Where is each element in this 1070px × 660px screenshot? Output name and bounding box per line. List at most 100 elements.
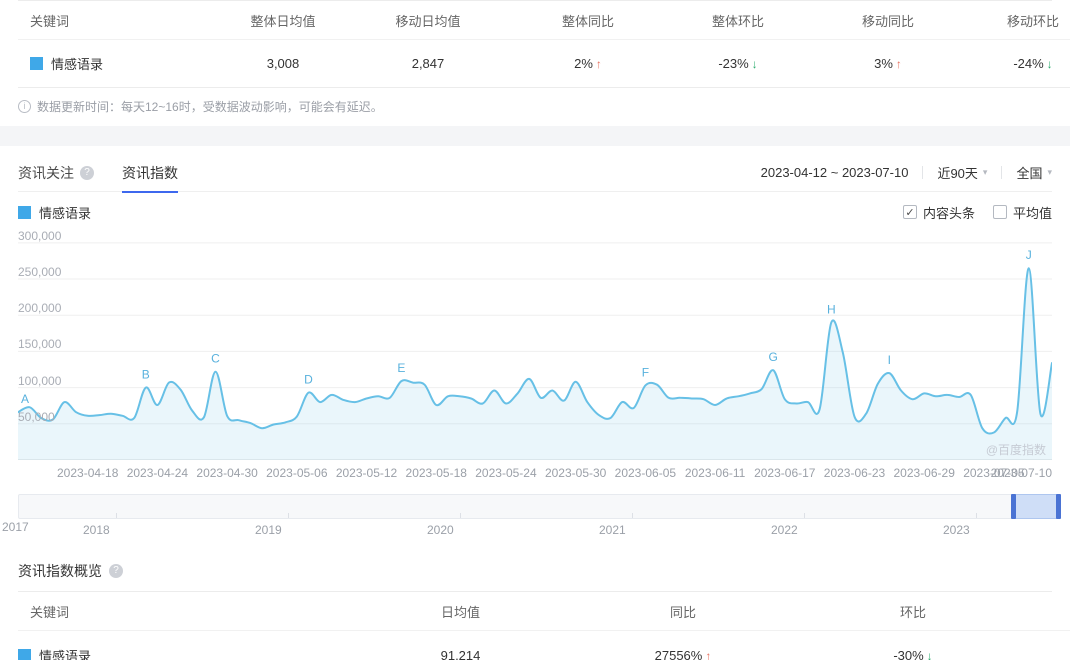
- peak-marker-E[interactable]: E: [397, 361, 405, 375]
- keyword-legend-cell[interactable]: 情感语录: [18, 646, 348, 660]
- peak-marker-F[interactable]: F: [642, 365, 649, 379]
- summary-header-6: 移动环比: [978, 1, 1070, 40]
- divider: [1001, 166, 1003, 179]
- table-row: 情感语录 3,008 2,847 2% ↑ -23% ↓ 3% ↑ -24% ↓: [18, 39, 1070, 88]
- chart-tabbar: 资讯关注 ? 资讯指数 2023-04-12 ~ 2023-07-10 近90天…: [18, 154, 1052, 193]
- range-handle-right[interactable]: [1056, 494, 1061, 519]
- mom-value: -30% ↓: [793, 631, 1070, 660]
- period-value: 近90天: [937, 166, 978, 181]
- table-row: 情感语录 91,214 27556% ↑ -30% ↓: [18, 631, 1070, 660]
- toggle-label: 内容头条: [922, 205, 975, 221]
- tab-label: 资讯指数: [122, 164, 178, 181]
- average-toggle[interactable]: 平均值: [992, 203, 1052, 222]
- x-axis-tick-label: 2023-06-05: [614, 466, 677, 480]
- timeline-year-2018: 2018: [83, 523, 110, 537]
- x-axis-tick-label: 2023-04-24: [126, 466, 189, 480]
- region-dropdown[interactable]: 全国 ▾: [1016, 163, 1052, 182]
- summary-header-5: 移动同比: [798, 1, 978, 40]
- range-handle-left[interactable]: [1011, 494, 1016, 519]
- keyword-color-swatch: [18, 649, 31, 660]
- mobile-daily-value: 2,847: [358, 39, 498, 88]
- chevron-down-icon: ▾: [1047, 167, 1052, 177]
- summary-table-header-row: 关键词 整体日均值 移动日均值 整体同比 整体环比 移动同比 移动环比: [18, 1, 1070, 40]
- section-divider-band: [0, 126, 1070, 146]
- info-icon: i: [18, 99, 31, 113]
- timeline-tick: [288, 513, 289, 518]
- timeline-year-labels: 2017 2018 2019 2020 2021 2022 2023: [0, 520, 1070, 541]
- news-index-trend-chart[interactable]: ABCDEFGHIJ @百度指数 50,000 100,000 150,000 200…: [18, 229, 1052, 460]
- x-axis-tick-label: 2023-05-30: [544, 466, 607, 480]
- keyword-legend-cell[interactable]: 情感语录: [30, 54, 208, 73]
- overview-section-title: 资讯指数概览 ?: [18, 561, 1052, 581]
- chart-x-axis: 2023-04-18 2023-04-24 2023-04-30 2023-05-06…: [18, 466, 1052, 481]
- keyword-summary-table: 关键词 整体日均值 移动日均值 整体同比 整体环比 移动同比 移动环比 情感语录 3,008…: [18, 0, 1070, 88]
- peak-marker-B[interactable]: B: [142, 368, 150, 382]
- timeline-tick: [632, 513, 633, 518]
- x-axis-tick-label: 2023-04-30: [196, 466, 258, 480]
- timeline-tick: [460, 513, 461, 518]
- trend-line-svg: A B C D E F G H I J: [18, 242, 1052, 460]
- trend-arrow-icon: ↓: [926, 649, 933, 660]
- overview-table-header-row: 关键词 日均值 同比 环比: [18, 592, 1070, 631]
- daily-avg-value: 91,214: [440, 648, 481, 660]
- timeline-year-2022: 2022: [771, 523, 798, 537]
- date-range-value[interactable]: 2023-04-12 ~ 2023-07-10: [761, 165, 909, 180]
- peak-marker-C[interactable]: C: [211, 352, 220, 366]
- data-update-notice: i 数据更新时间：每天12~16时，受数据波动影响，可能会有延迟。: [18, 98, 1052, 114]
- timeline-year-2023: 2023: [943, 523, 970, 537]
- x-axis-tick-label: 2023-06-29: [893, 466, 955, 480]
- mobile-mom-value: -24% ↓: [978, 39, 1070, 88]
- timeline-selected-range[interactable]: [1011, 494, 1061, 519]
- region-value: 全国: [1016, 166, 1043, 181]
- baidu-index-page: 关键词 整体日均值 移动日均值 整体同比 整体环比 移动同比 移动环比 情感语录 3,008…: [0, 0, 1070, 660]
- keyword-label: 情感语录: [39, 649, 92, 660]
- summary-header-4: 整体环比: [678, 1, 798, 40]
- help-icon[interactable]: ?: [80, 165, 94, 180]
- summary-header-1: 整体日均值: [208, 1, 358, 40]
- x-axis-tick-label: 2023-07-10: [990, 466, 1052, 480]
- help-icon[interactable]: ?: [109, 564, 123, 578]
- overall-mom-value: -23% ↓: [678, 39, 798, 88]
- keyword-label: 情感语录: [51, 57, 104, 72]
- tab-news-index[interactable]: 资讯指数: [122, 154, 178, 193]
- x-axis-tick-label: 2023-06-11: [684, 466, 746, 480]
- peak-marker-I[interactable]: I: [888, 353, 891, 367]
- x-axis-tick-label: 2023-05-24: [475, 466, 537, 480]
- peak-marker-D[interactable]: D: [304, 373, 313, 387]
- overview-header-1: 日均值: [348, 592, 573, 631]
- tab-news-attention[interactable]: 资讯关注 ?: [18, 154, 94, 192]
- checkbox-unchecked-icon[interactable]: [992, 205, 1007, 219]
- peak-marker-J[interactable]: J: [1026, 248, 1032, 262]
- timeline-year-2019: 2019: [255, 523, 282, 537]
- timeline-tick: [804, 513, 805, 518]
- x-axis-tick-label: 2023-05-06: [266, 466, 328, 480]
- notice-text: 数据更新时间：每天12~16时，受数据波动影响，可能会有延迟。: [37, 99, 383, 114]
- overview-table: 关键词 日均值 同比 环比 情感语录 91,214 27556% ↑ -30% ↓: [18, 591, 1070, 660]
- summary-header-3: 整体同比: [498, 1, 678, 40]
- peak-marker-A[interactable]: A: [21, 392, 29, 406]
- timeline-year-2020: 2020: [427, 523, 454, 537]
- toggle-label: 平均值: [1012, 205, 1052, 221]
- trend-arrow-icon: ↓: [1046, 57, 1053, 71]
- x-axis-tick-label: 2023-05-12: [335, 466, 398, 480]
- x-axis-tick-label: 2023-05-18: [405, 466, 467, 480]
- chevron-down-icon: ▾: [982, 167, 988, 177]
- timeline-tick: [116, 513, 117, 518]
- peak-marker-H[interactable]: H: [827, 303, 836, 317]
- content-toutiao-toggle[interactable]: ✓ 内容头条: [902, 203, 975, 222]
- summary-header-2: 移动日均值: [358, 1, 498, 40]
- timeline-range-slider[interactable]: [18, 494, 1061, 519]
- range-controls: 2023-04-12 ~ 2023-07-10 近90天 ▾ 全国 ▾: [761, 163, 1052, 182]
- overview-header-3: 环比: [793, 592, 1070, 631]
- series-legend[interactable]: 情感语录: [18, 203, 91, 222]
- overall-yoy-value: 2% ↑: [498, 39, 678, 88]
- trend-arrow-icon: ↓: [751, 57, 758, 71]
- timeline-year-2021: 2021: [599, 523, 626, 537]
- checkbox-checked-icon[interactable]: ✓: [902, 205, 917, 219]
- overview-header-2: 同比: [573, 592, 793, 631]
- keyword-color-swatch: [30, 57, 43, 70]
- period-dropdown[interactable]: 近90天 ▾: [937, 163, 987, 182]
- peak-marker-G[interactable]: G: [769, 350, 778, 364]
- overall-daily-value: 3,008: [208, 39, 358, 88]
- summary-header-0: 关键词: [18, 1, 208, 40]
